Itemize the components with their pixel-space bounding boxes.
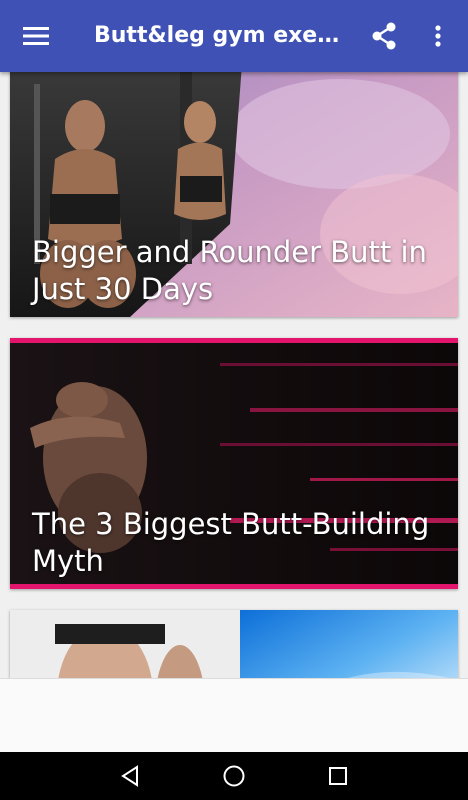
article-card[interactable]: The 3 Biggest Butt-Building Myth	[10, 338, 458, 589]
article-title: The 3 Biggest Butt-Building Myth	[32, 507, 430, 578]
back-icon	[121, 765, 138, 787]
article-card[interactable]	[10, 610, 458, 678]
nav-back-button[interactable]	[100, 752, 160, 800]
toolbar-title: Butt&leg gym exercises	[94, 23, 344, 48]
app-screen: Butt&leg gym exercises	[0, 0, 468, 800]
article-card[interactable]: Bigger and Rounder Butt in Just 30 Days	[10, 72, 458, 317]
ad-banner-area	[0, 678, 468, 753]
nav-home-button[interactable]	[204, 752, 264, 800]
article-feed[interactable]: Bigger and Rounder Butt in Just 30 Days	[0, 72, 468, 678]
more-options-button[interactable]	[414, 12, 462, 60]
system-navigation-bar	[0, 752, 468, 800]
recents-icon	[329, 767, 347, 785]
home-icon	[223, 765, 245, 787]
menu-icon	[23, 27, 49, 45]
nav-recents-button[interactable]	[308, 752, 368, 800]
article-thumbnail	[10, 610, 458, 678]
share-button[interactable]	[360, 12, 408, 60]
more-vert-icon	[435, 25, 441, 47]
article-title: Bigger and Rounder Butt in Just 30 Days	[32, 235, 427, 306]
share-icon	[372, 22, 396, 50]
app-toolbar: Butt&leg gym exercises	[0, 0, 468, 72]
menu-button[interactable]	[12, 12, 60, 60]
